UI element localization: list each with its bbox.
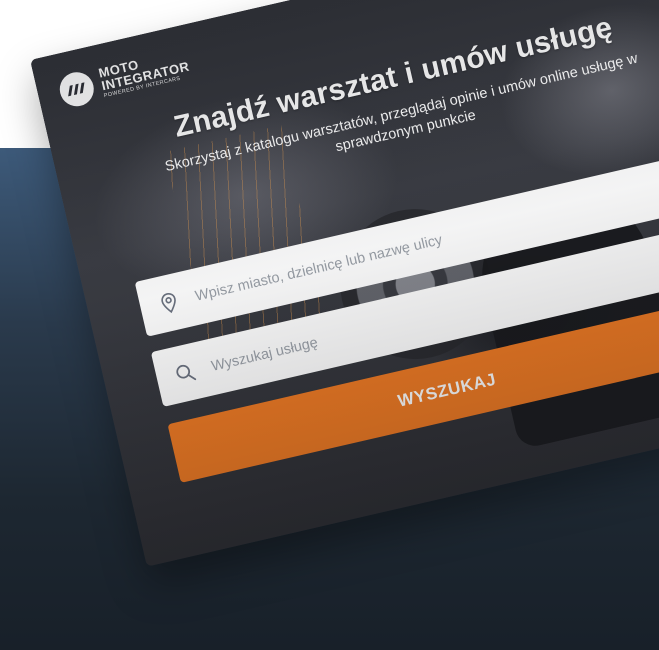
brand-logo-icon — [56, 68, 98, 110]
brand-logo[interactable]: MOTO INTEGRATOR POWERED BY INTERCARS — [56, 47, 192, 110]
search-icon — [176, 364, 197, 381]
map-pin-icon — [161, 292, 176, 314]
